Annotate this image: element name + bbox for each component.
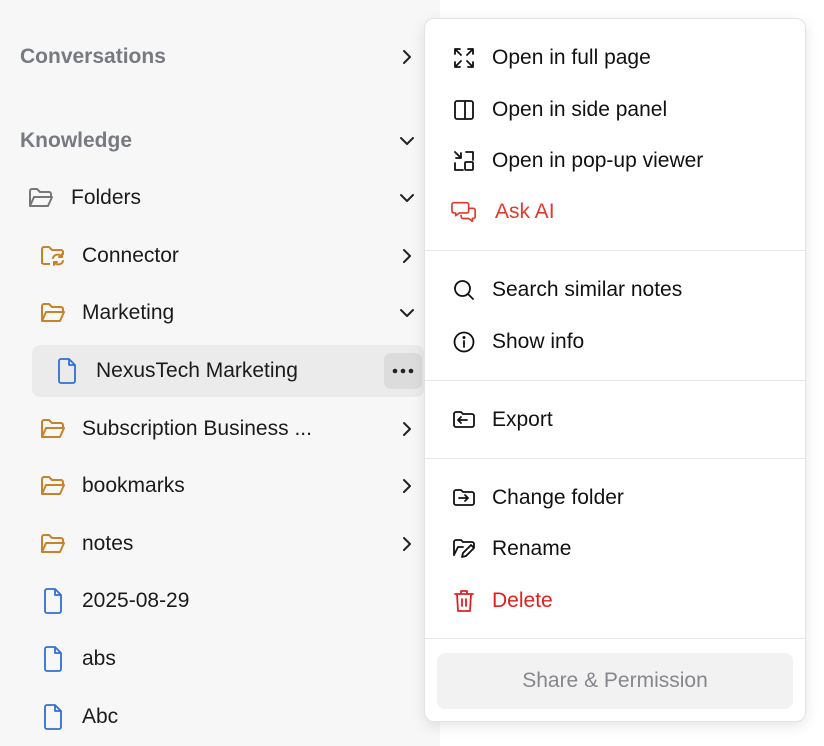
tree-item-label: Abc: [82, 705, 119, 728]
context-menu: Open in full page Open in side panel Ope…: [424, 18, 806, 722]
tree-item-connector[interactable]: Connector: [38, 230, 416, 282]
more-horizontal-icon: [392, 368, 414, 374]
section-knowledge-label: Knowledge: [20, 129, 133, 152]
folder-open-icon: [38, 529, 68, 559]
tree-item-file[interactable]: Abc: [38, 691, 416, 743]
trash-icon: [451, 588, 477, 614]
tree-item-subscription-business[interactable]: Subscription Business ...: [38, 403, 416, 455]
share-permission-button[interactable]: Share & Permission: [437, 653, 793, 709]
tree-item-label: Folders: [71, 186, 142, 209]
menu-divider: [425, 458, 805, 459]
tree-item-label: 2025-08-29: [82, 589, 190, 612]
menu-item-label: Search similar notes: [492, 278, 683, 301]
menu-item-label: Rename: [492, 537, 572, 560]
menu-item-ask-ai[interactable]: Ask AI: [425, 189, 805, 235]
section-conversations-label: Conversations: [20, 45, 166, 68]
section-knowledge[interactable]: Knowledge: [20, 123, 416, 159]
folder-move-icon: [451, 485, 477, 511]
menu-item-change-folder[interactable]: Change folder: [425, 475, 805, 521]
menu-item-label: Show info: [492, 330, 585, 353]
tree-item-folders[interactable]: Folders: [26, 172, 416, 224]
chevron-right-icon[interactable]: [398, 535, 416, 553]
folder-open-icon: [38, 414, 68, 444]
tree-item-label: bookmarks: [82, 474, 185, 497]
menu-item-label: Open in pop-up viewer: [492, 149, 704, 172]
menu-item-label: Change folder: [492, 486, 624, 509]
tree-item-bookmarks[interactable]: bookmarks: [38, 460, 416, 512]
menu-item-search-similar-notes[interactable]: Search similar notes: [425, 267, 805, 313]
info-icon: [451, 329, 477, 355]
chevron-right-icon[interactable]: [398, 247, 416, 265]
sidebar: Conversations Knowledge Folders Connecto…: [0, 0, 440, 746]
more-options-button[interactable]: [384, 353, 422, 389]
menu-item-label: Delete: [492, 589, 553, 612]
menu-item-open-popup-viewer[interactable]: Open in pop-up viewer: [425, 138, 805, 184]
tree-item-label: Connector: [82, 244, 179, 267]
tree-item-nexustech-marketing[interactable]: NexusTech Marketing: [32, 345, 424, 397]
menu-divider: [425, 250, 805, 251]
side-panel-icon: [451, 97, 477, 123]
chat-bubbles-icon: [451, 199, 477, 225]
chevron-down-icon[interactable]: [398, 304, 416, 322]
menu-item-export[interactable]: Export: [425, 397, 805, 443]
folder-open-icon: [26, 183, 56, 213]
folder-sync-icon: [38, 241, 68, 271]
chevron-right-icon[interactable]: [398, 420, 416, 438]
tree-item-label: Marketing: [82, 301, 175, 324]
tree-item-label: abs: [82, 647, 116, 670]
chevron-right-icon[interactable]: [398, 48, 416, 66]
menu-item-show-info[interactable]: Show info: [425, 319, 805, 365]
tree-item-label: NexusTech Marketing: [96, 359, 298, 382]
chevron-down-icon[interactable]: [398, 189, 416, 207]
search-icon: [451, 277, 477, 303]
menu-item-delete[interactable]: Delete: [425, 578, 805, 624]
tree-item-marketing[interactable]: Marketing: [38, 287, 416, 339]
file-icon: [38, 586, 68, 616]
menu-item-label: Export: [492, 408, 553, 431]
tree-item-notes[interactable]: notes: [38, 518, 416, 570]
tree-item-label: Subscription Business ...: [82, 417, 312, 440]
file-icon: [38, 702, 68, 732]
popup-viewer-icon: [451, 148, 477, 174]
expand-icon: [451, 45, 477, 71]
menu-item-open-side-panel[interactable]: Open in side panel: [425, 87, 805, 133]
menu-divider: [425, 638, 805, 639]
export-icon: [451, 407, 477, 433]
tree-item-file[interactable]: abs: [38, 633, 416, 685]
folder-open-icon: [38, 298, 68, 328]
folder-open-icon: [38, 471, 68, 501]
folder-edit-icon: [451, 536, 477, 562]
section-conversations[interactable]: Conversations: [20, 39, 416, 75]
menu-item-label: Ask AI: [495, 200, 555, 223]
menu-item-label: Open in full page: [492, 46, 651, 69]
tree-item-file[interactable]: 2025-08-29: [38, 575, 416, 627]
file-icon: [38, 644, 68, 674]
tree-item-label: notes: [82, 532, 134, 555]
chevron-right-icon[interactable]: [398, 477, 416, 495]
menu-item-open-full-page[interactable]: Open in full page: [425, 35, 805, 81]
menu-divider: [425, 380, 805, 381]
menu-item-rename[interactable]: Rename: [425, 526, 805, 572]
chevron-down-icon[interactable]: [398, 132, 416, 150]
menu-item-label: Open in side panel: [492, 98, 668, 121]
file-icon: [52, 356, 82, 386]
